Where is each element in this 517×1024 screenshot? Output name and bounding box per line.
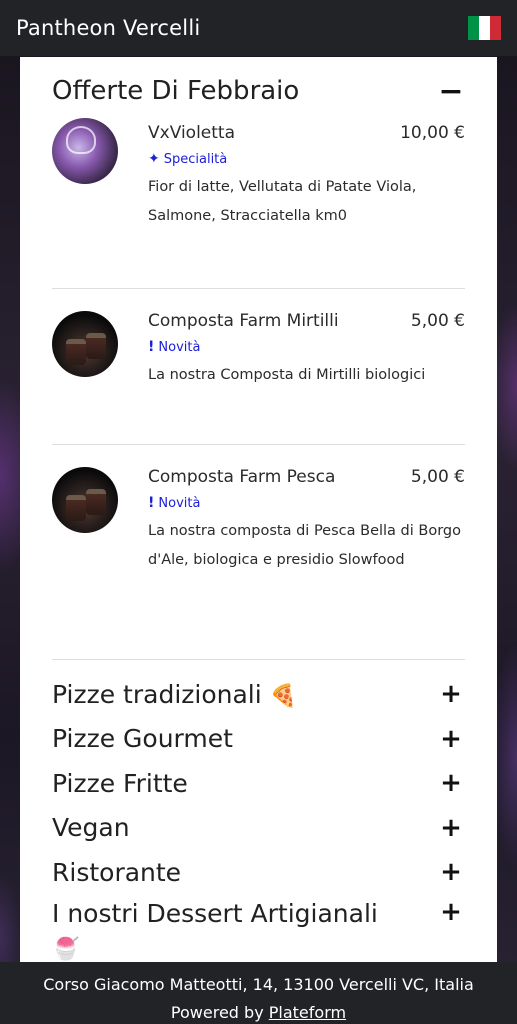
item-description: La nostra composta di Pesca Bella di Bor… [148, 523, 461, 568]
item-price: 5,00 € [410, 467, 465, 487]
exclamation-icon: ! [148, 339, 155, 355]
collapse-icon[interactable]: − [437, 74, 465, 109]
item-description: Fior di latte, Vellutata di Patate Viola… [148, 179, 417, 224]
italian-flag-icon[interactable] [468, 16, 501, 40]
footer: Corso Giacomo Matteotti, 14, 13100 Verce… [0, 962, 517, 1024]
category-pizze-gourmet[interactable]: Pizze Gourmet + [20, 717, 497, 762]
item-photo [52, 118, 118, 184]
category-dessert[interactable]: I nostri Dessert Artigianali 🍧 + [20, 895, 497, 963]
exclamation-icon: ! [148, 495, 155, 511]
item-photo [52, 311, 118, 377]
sparkle-icon: ✦ [148, 151, 160, 167]
item-name: Composta Farm Mirtilli [148, 311, 339, 331]
restaurant-address: Corso Giacomo Matteotti, 14, 13100 Verce… [43, 975, 474, 994]
item-description: La nostra Composta di Mirtilli biologici [148, 367, 426, 383]
restaurant-name: Pantheon Vercelli [16, 16, 201, 40]
expand-icon[interactable]: + [437, 813, 465, 843]
category-pizze-fritte[interactable]: Pizze Fritte + [20, 761, 497, 806]
category-vegan[interactable]: Vegan + [20, 806, 497, 851]
specialty-badge: ✦ Specialità [148, 151, 465, 167]
menu-item[interactable]: Composta Farm Mirtilli 5,00 € ! Novità L… [52, 289, 465, 445]
category-title: Pizze Gourmet [52, 724, 233, 754]
category-title: Pizze Fritte [52, 768, 188, 798]
badge-label: Novità [158, 339, 201, 355]
expand-icon[interactable]: + [437, 857, 465, 887]
menu-panel: Offerte Di Febbraio − VxVioletta 10,00 €… [20, 57, 497, 962]
shaved-ice-icon: 🍧 [52, 936, 80, 962]
item-name: VxVioletta [148, 123, 236, 143]
badge-label: Novità [158, 495, 201, 511]
menu-item[interactable]: VxVioletta 10,00 € ✦ Specialità Fior di … [52, 118, 465, 289]
expand-icon[interactable]: + [437, 897, 465, 927]
top-bar: Pantheon Vercelli [0, 0, 517, 56]
category-title: Ristorante [52, 857, 182, 887]
category-title: I nostri Dessert Artigianali 🍧 [52, 898, 378, 962]
category-pizze-tradizionali[interactable]: Pizze tradizionali 🍕 + [20, 672, 497, 717]
category-title: Pizze tradizionali 🍕 [52, 679, 298, 709]
expand-icon[interactable]: + [437, 768, 465, 798]
badge-label: Specialità [163, 151, 228, 167]
item-photo [52, 467, 118, 533]
plateform-link[interactable]: Plateform [269, 1003, 346, 1022]
category-ristorante[interactable]: Ristorante + [20, 850, 497, 895]
category-title: Vegan [52, 813, 130, 843]
item-name: Composta Farm Pesca [148, 467, 336, 487]
offers-section-header[interactable]: Offerte Di Febbraio − [20, 57, 497, 123]
new-badge: ! Novità [148, 339, 465, 355]
new-badge: ! Novità [148, 495, 465, 511]
expand-icon[interactable]: + [437, 724, 465, 754]
offers-title: Offerte Di Febbraio [52, 76, 300, 106]
expand-icon[interactable]: + [437, 679, 465, 709]
menu-item[interactable]: Composta Farm Pesca 5,00 € ! Novità La n… [52, 445, 465, 660]
item-price: 5,00 € [410, 311, 465, 331]
item-price: 10,00 € [400, 123, 465, 143]
powered-by: Powered by Plateform [170, 1003, 347, 1022]
pizza-icon: 🍕 [269, 683, 298, 709]
